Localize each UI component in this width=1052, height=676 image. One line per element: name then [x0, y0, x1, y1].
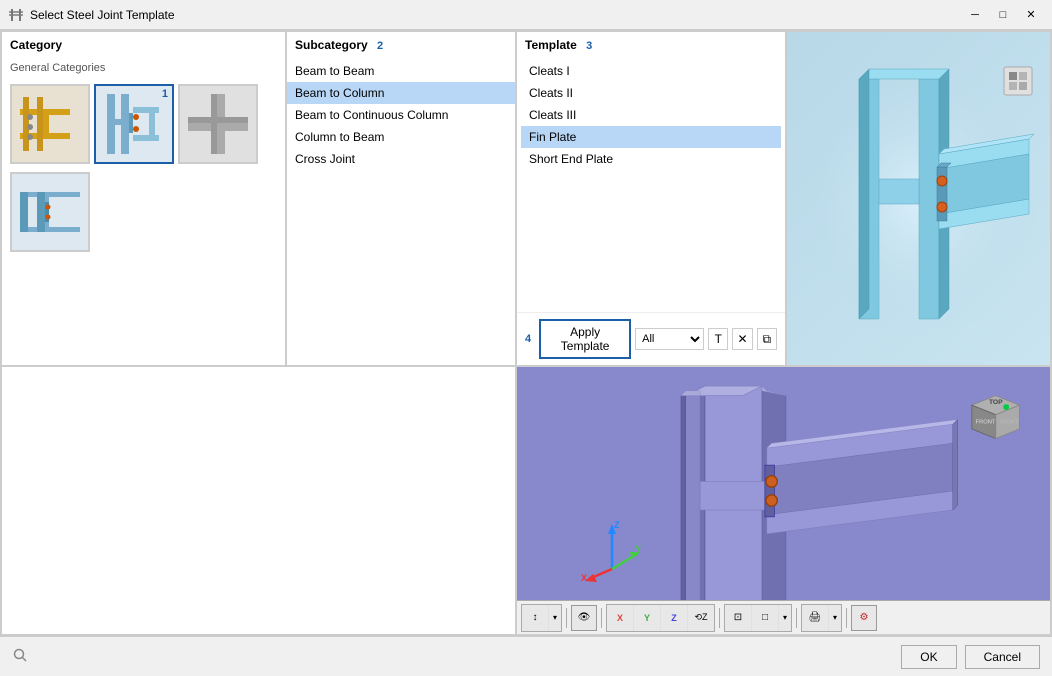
- template-item-cleats-iii[interactable]: Cleats III: [521, 104, 781, 126]
- template-footer: 4 Apply Template All Selected Visible T …: [517, 312, 785, 365]
- preview-panel: [786, 31, 1051, 366]
- subcategory-item-cross-joint[interactable]: Cross Joint: [287, 148, 515, 170]
- category-label: General Categories: [6, 60, 281, 80]
- z-axis-button[interactable]: Z: [661, 605, 687, 631]
- filter-select[interactable]: All Selected Visible: [635, 328, 704, 350]
- apply-template-button[interactable]: Apply Template: [539, 319, 631, 359]
- svg-text:RIGHT: RIGHT: [1000, 419, 1018, 425]
- template-panel: Template 3 Cleats I Cleats II Cleats III…: [516, 31, 786, 366]
- rotation-group: ↕ ▾: [521, 604, 562, 632]
- rotate-button[interactable]: ↕: [522, 605, 548, 631]
- z-rotate-button[interactable]: ⟲Z: [688, 605, 714, 631]
- category-thumb-4[interactable]: [10, 172, 90, 252]
- template-header: Template 3: [517, 32, 785, 56]
- ok-button[interactable]: OK: [901, 645, 956, 669]
- viewport-svg: TOP FRONT RIGHT: [517, 367, 1050, 634]
- search-icon: [12, 647, 28, 663]
- viewport-toolbar: ↕ ▾ 👁 X Y Z ⟲Z ⊡ □ ▾ 🖨 ▾: [517, 600, 1050, 634]
- display-group: ⊡ □ ▾: [724, 604, 792, 632]
- apply-step-number: 4: [525, 333, 531, 345]
- subcategory-item-beam-to-cont-col[interactable]: Beam to Continuous Column: [287, 104, 515, 126]
- 3d-preview-top: [787, 32, 1050, 365]
- svg-text:FRONT: FRONT: [976, 419, 996, 425]
- close-button[interactable]: ✕: [1018, 2, 1044, 28]
- display-dropdown[interactable]: ▾: [779, 605, 791, 631]
- window-title: Select Steel Joint Template: [30, 8, 175, 22]
- x-axis-button[interactable]: X: [607, 605, 633, 631]
- subcategory-panel: Subcategory 2 Beam to Beam Beam to Colum…: [286, 31, 516, 366]
- title-bar: Select Steel Joint Template ─ □ ✕: [0, 0, 1052, 30]
- minimize-button[interactable]: ─: [962, 2, 988, 28]
- app-icon: [8, 7, 24, 23]
- subcategory-header: Subcategory 2: [287, 32, 515, 56]
- solid-button[interactable]: □: [752, 605, 778, 631]
- axis-group: X Y Z ⟲Z: [606, 604, 715, 632]
- dropdown-button[interactable]: ▾: [549, 605, 561, 631]
- preview-svg: [799, 59, 1039, 339]
- viewport-3d-panel[interactable]: TOP FRONT RIGHT Z Y X: [516, 366, 1051, 635]
- category-thumb-2[interactable]: 1: [94, 84, 174, 164]
- svg-text:Y: Y: [635, 544, 641, 554]
- footer-search: [12, 647, 28, 666]
- subcategory-item-column-to-beam[interactable]: Column to Beam: [287, 126, 515, 148]
- print-button[interactable]: 🖨: [802, 605, 828, 631]
- template-item-cleats-i[interactable]: Cleats I: [521, 60, 781, 82]
- settings-button[interactable]: ⚙: [851, 605, 877, 631]
- y-axis-button[interactable]: Y: [634, 605, 660, 631]
- step-number-1: 1: [162, 88, 168, 100]
- template-item-fin-plate[interactable]: Fin Plate: [521, 126, 781, 148]
- footer: OK Cancel: [0, 636, 1052, 676]
- view-preset-button[interactable]: 👁: [571, 605, 597, 631]
- copy-button[interactable]: ⧉: [757, 328, 777, 350]
- category-panel: Category General Categories: [1, 31, 286, 366]
- cancel-button[interactable]: Cancel: [965, 645, 1040, 669]
- footer-buttons: OK Cancel: [901, 645, 1040, 669]
- clear-button[interactable]: ✕: [732, 328, 752, 350]
- category-thumbnails: 1: [6, 80, 281, 256]
- template-list: Cleats I Cleats II Cleats III Fin Plate …: [517, 56, 785, 312]
- svg-text:Z: Z: [614, 520, 620, 530]
- template-item-short-end-plate[interactable]: Short End Plate: [521, 148, 781, 170]
- maximize-button[interactable]: □: [990, 2, 1016, 28]
- bottom-left-panel: [1, 366, 516, 635]
- svg-text:X: X: [581, 573, 587, 583]
- svg-text:TOP: TOP: [989, 399, 1003, 406]
- template-step-number: 3: [586, 40, 592, 52]
- print-group: 🖨 ▾: [801, 604, 842, 632]
- category-header: Category: [2, 32, 285, 56]
- subcategory-item-beam-to-column[interactable]: Beam to Column: [287, 82, 515, 104]
- category-thumb-1[interactable]: [10, 84, 90, 164]
- wireframe-button[interactable]: ⊡: [725, 605, 751, 631]
- print-dropdown[interactable]: ▾: [829, 605, 841, 631]
- subcategory-item-beam-to-beam[interactable]: Beam to Beam: [287, 60, 515, 82]
- axis-indicator: Z Y X: [577, 514, 647, 584]
- subcategory-step-number: 2: [377, 40, 383, 52]
- text-format-button[interactable]: T: [708, 328, 728, 350]
- template-item-cleats-ii[interactable]: Cleats II: [521, 82, 781, 104]
- category-thumb-3[interactable]: [178, 84, 258, 164]
